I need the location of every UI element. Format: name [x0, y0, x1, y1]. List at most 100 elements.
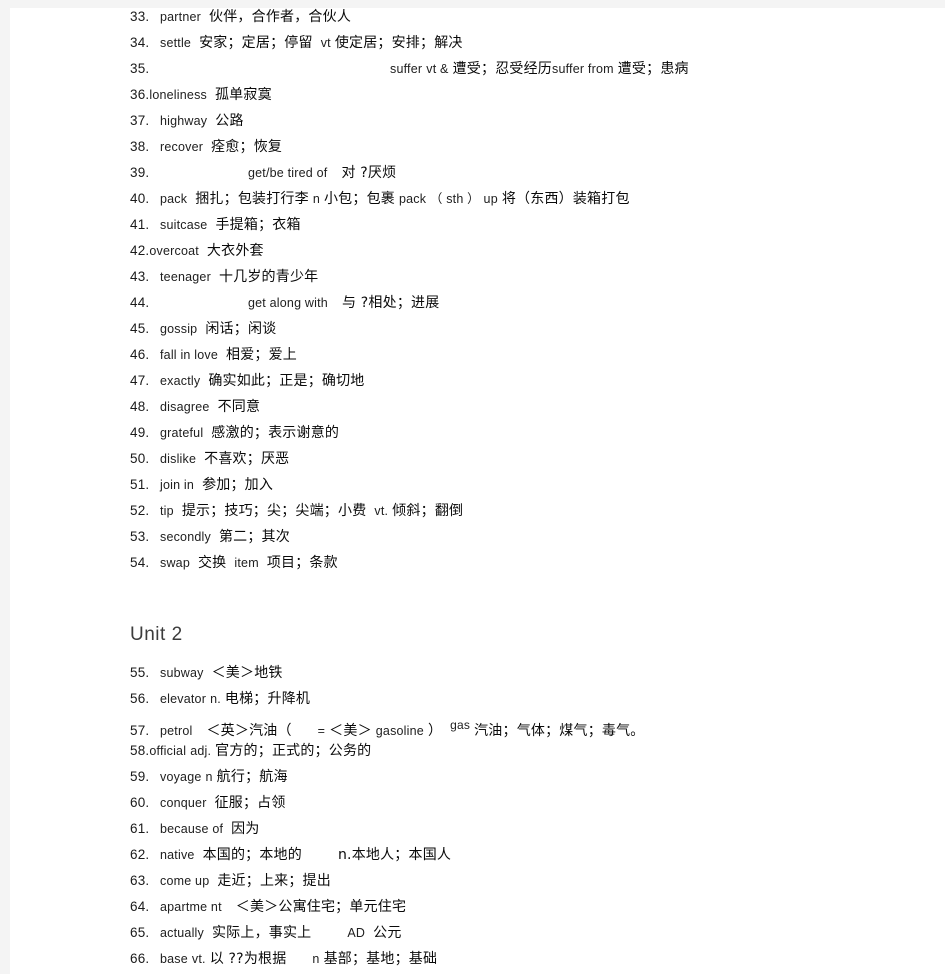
list-item: 63. come up 走近；上来；提出 — [130, 868, 930, 894]
entry-english: join in — [160, 478, 195, 492]
entry-english: voyage — [160, 770, 202, 784]
entry-english-2: item — [234, 556, 259, 570]
entry-number: 44. — [130, 295, 150, 310]
entry-english: get/be tired of — [248, 166, 328, 180]
entry-chinese: 电梯；升降机 — [224, 691, 311, 707]
list-item: 61. because of 因为 — [130, 816, 930, 842]
entry-chinese: 官方的；正式的；公务的 — [215, 743, 372, 759]
entry-english-2: pack （ sth ） up — [398, 192, 498, 206]
entry-english: native — [160, 848, 195, 862]
entry-chinese: 不同意 — [217, 399, 261, 415]
entry-chinese: 痊愈；恢复 — [211, 139, 283, 155]
list-item: 44. get along with 与 ?相处；进展 — [130, 290, 930, 316]
entry-chinese-2: 公元 — [373, 925, 402, 941]
entry-number: 45. — [130, 321, 150, 336]
entry-chinese-2: 项目；条款 — [266, 555, 338, 571]
entry-number: 53. — [130, 529, 150, 544]
list-item: 57. petrol ＜英＞汽油（ = ＜美＞ gasoline） gas 汽油；气体；煤气；… — [130, 712, 930, 739]
list-item: 64. apartme nt ＜美＞公寓住宅；单元住宅 — [130, 894, 930, 920]
entry-number: 49. — [130, 425, 150, 440]
entry-english: disagree — [160, 400, 210, 414]
entry-english: settle — [160, 36, 192, 50]
entry-number: 58. — [130, 743, 150, 758]
entry-number: 40. — [130, 191, 150, 206]
entry-number: 65. — [130, 925, 150, 940]
entry-english: base — [160, 952, 188, 966]
entry-english: tip — [160, 504, 174, 518]
entry-chinese-3: 将（东西）装箱打包 — [501, 191, 630, 207]
list-item: 49. grateful 感激的；表示谢意的 — [130, 420, 930, 446]
entry-chinese: 参加；加入 — [202, 477, 274, 493]
entry-number: 63. — [130, 873, 150, 888]
entry-chinese: 大衣外套 — [206, 243, 264, 259]
entry-pos: vt & — [426, 62, 449, 76]
entry-english: apartme nt — [160, 900, 222, 914]
entry-chinese: 伙伴，合作者，合伙人 — [209, 9, 352, 25]
entry-english: gossip — [160, 322, 198, 336]
entry-chinese: 本国的；本地的 — [202, 847, 302, 863]
unit-heading: Unit 2 — [130, 624, 183, 645]
entry-number: 61. — [130, 821, 150, 836]
list-item: 50. dislike 不喜欢；厌恶 — [130, 446, 930, 472]
entry-english: secondly — [160, 530, 211, 544]
entry-number: 43. — [130, 269, 150, 284]
list-item: 52. tip 提示；技巧；尖；尖端；小费 vt. 倾斜；翻倒 — [130, 498, 930, 524]
entry-chinese: 公路 — [215, 113, 244, 129]
entry-chinese: 感激的；表示谢意的 — [211, 425, 340, 441]
entry-number: 60. — [130, 795, 150, 810]
entry-chinese: 走近；上来；提出 — [217, 873, 331, 889]
entry-english: because of — [160, 822, 224, 836]
entry-english: suffer — [390, 62, 423, 76]
entry-pos: vt. — [374, 504, 389, 518]
list-item: 40. pack 捆扎；包装打行李 n 小包；包裹 pack （ sth ） up 将（东西… — [130, 186, 930, 212]
entry-number: 64. — [130, 899, 150, 914]
list-item: 38. recover 痊愈；恢复 — [130, 134, 930, 160]
list-item: 43. teenager 十几岁的青少年 — [130, 264, 930, 290]
entry-number: 42. — [130, 243, 150, 258]
entry-chinese: 对 ?厌烦 — [341, 165, 397, 181]
entry-number: 41. — [130, 217, 150, 232]
list-item: 36.loneliness 孤单寂寞 — [130, 82, 930, 108]
entry-chinese: 航行；航海 — [216, 769, 288, 785]
entry-chinese: 捆扎；包装打行李 — [195, 191, 309, 207]
entry-number: 34. — [130, 35, 150, 50]
entry-english: subway — [160, 666, 204, 680]
word-list-content: 33. partner 伙伴，合作者，合伙人 34. settle 安家；定居；停留 vt… — [130, 8, 930, 974]
entry-chinese: 安家；定居；停留 — [199, 35, 313, 51]
entry-english: petrol — [160, 724, 193, 738]
entry-english: loneliness — [149, 88, 207, 102]
entry-chinese: 与 ?相处；进展 — [341, 295, 440, 311]
list-item: 39. get/be tired of 对 ?厌烦 — [130, 160, 930, 186]
entry-english: official — [149, 744, 187, 758]
entry-equals-sign: = — [317, 724, 326, 738]
entry-chinese-2: 使定居；安排；解决 — [334, 35, 463, 51]
entry-english: conquer — [160, 796, 207, 810]
list-item: 47. exactly 确实如此；正是；确切地 — [130, 368, 930, 394]
entry-english: pack — [160, 192, 188, 206]
entry-number: 51. — [130, 477, 150, 492]
list-item: 46. fall in love 相爱；爱上 — [130, 342, 930, 368]
list-item: 58.official adj. 官方的；正式的；公务的 — [130, 738, 930, 764]
entry-chinese: ＜英＞汽油（ — [206, 723, 292, 739]
entry-english: highway — [160, 114, 208, 128]
entry-chinese-2: 倾斜；翻倒 — [392, 503, 464, 519]
entry-english: actually — [160, 926, 204, 940]
entry-pos: adj. — [190, 744, 212, 758]
entry-pos: n.本地人；本国人 — [337, 847, 452, 863]
list-item: 65. actually 实际上，事实上 AD 公元 — [130, 920, 930, 946]
entry-english-2: gasoline — [375, 724, 424, 738]
list-item: 53. secondly 第二；其次 — [130, 524, 930, 550]
entry-pos: n — [312, 192, 320, 206]
list-item: 59. voyage n 航行；航海 — [130, 764, 930, 790]
entry-chinese: 闲话；闲谈 — [205, 321, 277, 337]
entry-english-2: AD — [347, 926, 366, 940]
entry-number: 55. — [130, 665, 150, 680]
entry-english: fall in love — [160, 348, 218, 362]
list-item: 37. highway 公路 — [130, 108, 930, 134]
entry-chinese: 提示；技巧；尖；尖端；小费 — [181, 503, 367, 519]
entry-chinese: 实际上，事实上 — [211, 925, 312, 941]
list-item: 51. join in 参加；加入 — [130, 472, 930, 498]
entry-english: get along with — [248, 296, 328, 310]
list-item: 60. conquer 征服；占领 — [130, 790, 930, 816]
